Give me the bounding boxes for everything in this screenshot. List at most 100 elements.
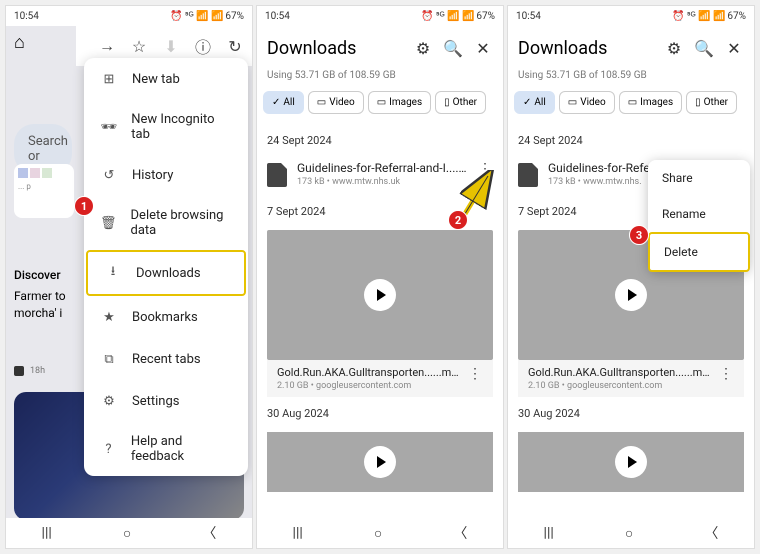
filter-chips: ✓All ▭Video ▭Images ▯Other (508, 91, 754, 124)
android-nav: ||| ○ 〈 (257, 518, 503, 548)
menu-recent-tabs[interactable]: ⧉Recent tabs (84, 338, 248, 380)
info-icon[interactable]: ⓘ (194, 37, 212, 55)
nav-back[interactable]: 〈 (453, 523, 467, 543)
tabs-icon: ⧉ (100, 350, 118, 368)
date-header: 24 Sept 2024 (257, 124, 503, 153)
discover-label: Discover (14, 268, 61, 282)
status-bar: 10:54 ⏰ ⁵ᴳ 📶 📶67% (6, 6, 252, 26)
filter-chips: ✓All ▭Video ▭Images ▯Other (257, 91, 503, 124)
search-icon[interactable]: 🔍 (694, 38, 714, 58)
date-header: 24 Sept 2024 (508, 124, 754, 153)
menu-bookmarks[interactable]: ★Bookmarks (84, 296, 248, 338)
android-nav: ||| ○ 〈 (6, 518, 252, 548)
menu-downloads[interactable]: ⭳Downloads (86, 250, 246, 296)
chip-all[interactable]: ✓All (514, 91, 555, 114)
nav-recent[interactable]: ||| (293, 525, 303, 541)
chip-other[interactable]: ▯Other (435, 91, 486, 114)
play-icon (615, 279, 647, 311)
download-icon: ⬇ (162, 37, 180, 55)
nav-back[interactable]: 〈 (202, 523, 216, 543)
star-icon: ★ (100, 308, 118, 326)
gear-icon[interactable]: ⚙ (664, 38, 684, 58)
panel-browser-menu: 10:54 ⏰ ⁵ᴳ 📶 📶67% ⌂ → ☆ ⬇ ⓘ ↻ ⊞New tab 🕶… (5, 5, 253, 549)
downloads-header: Downloads ⚙ 🔍 ✕ (508, 26, 754, 70)
status-bar: 10:54 ⏰ ⁵ᴳ 📶 📶67% (508, 6, 754, 26)
refresh-icon[interactable]: ↻ (226, 37, 244, 55)
context-menu: Share Rename Delete (648, 160, 750, 272)
menu-delete-data[interactable]: 🗑Delete browsing data (84, 196, 248, 250)
video-thumbnail[interactable] (518, 432, 744, 492)
menu-help[interactable]: ?Help and feedback (84, 422, 248, 476)
nav-recent[interactable]: ||| (544, 525, 554, 541)
browser-menu: ⊞New tab 🕶New Incognito tab ↺History 🗑De… (84, 58, 248, 476)
video-row[interactable]: Gold.Run.AKA.Gulltransporten......mkv 2.… (267, 360, 493, 397)
help-icon: ? (100, 440, 117, 458)
video-row[interactable]: Gold.Run.AKA.Gulltransporten......mkv 2.… (518, 360, 744, 397)
site-tile[interactable]: ... p (14, 164, 74, 218)
gear-icon: ⚙ (100, 392, 118, 410)
nav-recent[interactable]: ||| (42, 525, 52, 541)
nav-home[interactable]: ○ (123, 525, 131, 542)
annotation-badge-1: 1 (74, 196, 94, 216)
status-icons: ⏰ ⁵ᴳ 📶 📶67% (170, 11, 244, 22)
chip-video[interactable]: ▭Video (308, 91, 364, 114)
chip-other[interactable]: ▯Other (686, 91, 737, 114)
panel-downloads-context: 10:54 ⏰ ⁵ᴳ 📶 📶67% Downloads ⚙ 🔍 ✕ Using … (507, 5, 755, 549)
play-icon (364, 446, 396, 478)
menu-new-tab[interactable]: ⊞New tab (84, 58, 248, 100)
forward-icon[interactable]: → (98, 37, 116, 55)
close-icon[interactable]: ✕ (724, 38, 744, 58)
menu-settings[interactable]: ⚙Settings (84, 380, 248, 422)
context-delete[interactable]: Delete (648, 232, 750, 272)
date-header: 30 Aug 2024 (508, 397, 754, 426)
video-thumbnail[interactable] (267, 432, 493, 492)
trash-icon: 🗑 (100, 214, 117, 232)
news-headline[interactable]: Farmer to morcha' i (14, 288, 74, 322)
file-icon (267, 163, 287, 187)
annotation-badge-3: 3 (629, 225, 649, 245)
menu-incognito[interactable]: 🕶New Incognito tab (84, 100, 248, 154)
storage-text: Using 53.71 GB of 108.59 GB (508, 70, 754, 91)
menu-history[interactable]: ↺History (84, 154, 248, 196)
page-title: Downloads (518, 38, 654, 59)
file-meta: 173 kB • www.mtw.nhs.uk (297, 177, 467, 187)
nav-home[interactable]: ○ (374, 525, 382, 542)
gear-icon[interactable]: ⚙ (413, 38, 433, 58)
video-thumbnail[interactable] (267, 230, 493, 360)
home-icon[interactable]: ⌂ (14, 32, 25, 53)
chip-images[interactable]: ▭Images (368, 91, 431, 114)
android-nav: ||| ○ 〈 (508, 518, 754, 548)
page-title: Downloads (267, 38, 403, 59)
storage-text: Using 53.71 GB of 108.59 GB (257, 70, 503, 91)
chip-video[interactable]: ▭Video (559, 91, 615, 114)
video-name: Gold.Run.AKA.Gulltransporten......mkv (528, 366, 710, 379)
video-name: Gold.Run.AKA.Gulltransporten......mkv (277, 366, 459, 379)
more-icon[interactable]: ⋮ (477, 161, 493, 177)
close-icon[interactable]: ✕ (473, 38, 493, 58)
star-icon[interactable]: ☆ (130, 37, 148, 55)
more-icon[interactable]: ⋮ (718, 366, 734, 382)
nav-back[interactable]: 〈 (704, 523, 718, 543)
download-icon: ⭳ (104, 264, 122, 282)
context-rename[interactable]: Rename (648, 196, 750, 232)
chip-all[interactable]: ✓All (263, 91, 304, 114)
status-time: 10:54 (14, 11, 39, 22)
plus-icon: ⊞ (100, 70, 118, 88)
context-share[interactable]: Share (648, 160, 750, 196)
status-bar: 10:54 ⏰ ⁵ᴳ 📶 📶67% (257, 6, 503, 26)
nav-home[interactable]: ○ (625, 525, 633, 542)
annotation-badge-2: 2 (448, 210, 468, 230)
history-icon: ↺ (100, 166, 118, 184)
video-meta: 2.10 GB • googleusercontent.com (277, 381, 459, 391)
video-meta: 2.10 GB • googleusercontent.com (528, 381, 710, 391)
more-icon[interactable]: ⋮ (467, 366, 483, 382)
chip-images[interactable]: ▭Images (619, 91, 682, 114)
file-name: Guidelines-for-Referral-and-I.....pdf (297, 161, 467, 175)
downloads-header: Downloads ⚙ 🔍 ✕ (257, 26, 503, 70)
file-row[interactable]: Guidelines-for-Referral-and-I.....pdf 17… (257, 153, 503, 195)
play-icon (615, 446, 647, 478)
play-icon (364, 279, 396, 311)
search-icon[interactable]: 🔍 (443, 38, 463, 58)
panel-downloads: 10:54 ⏰ ⁵ᴳ 📶 📶67% Downloads ⚙ 🔍 ✕ Using … (256, 5, 504, 549)
date-header: 30 Aug 2024 (257, 397, 503, 426)
